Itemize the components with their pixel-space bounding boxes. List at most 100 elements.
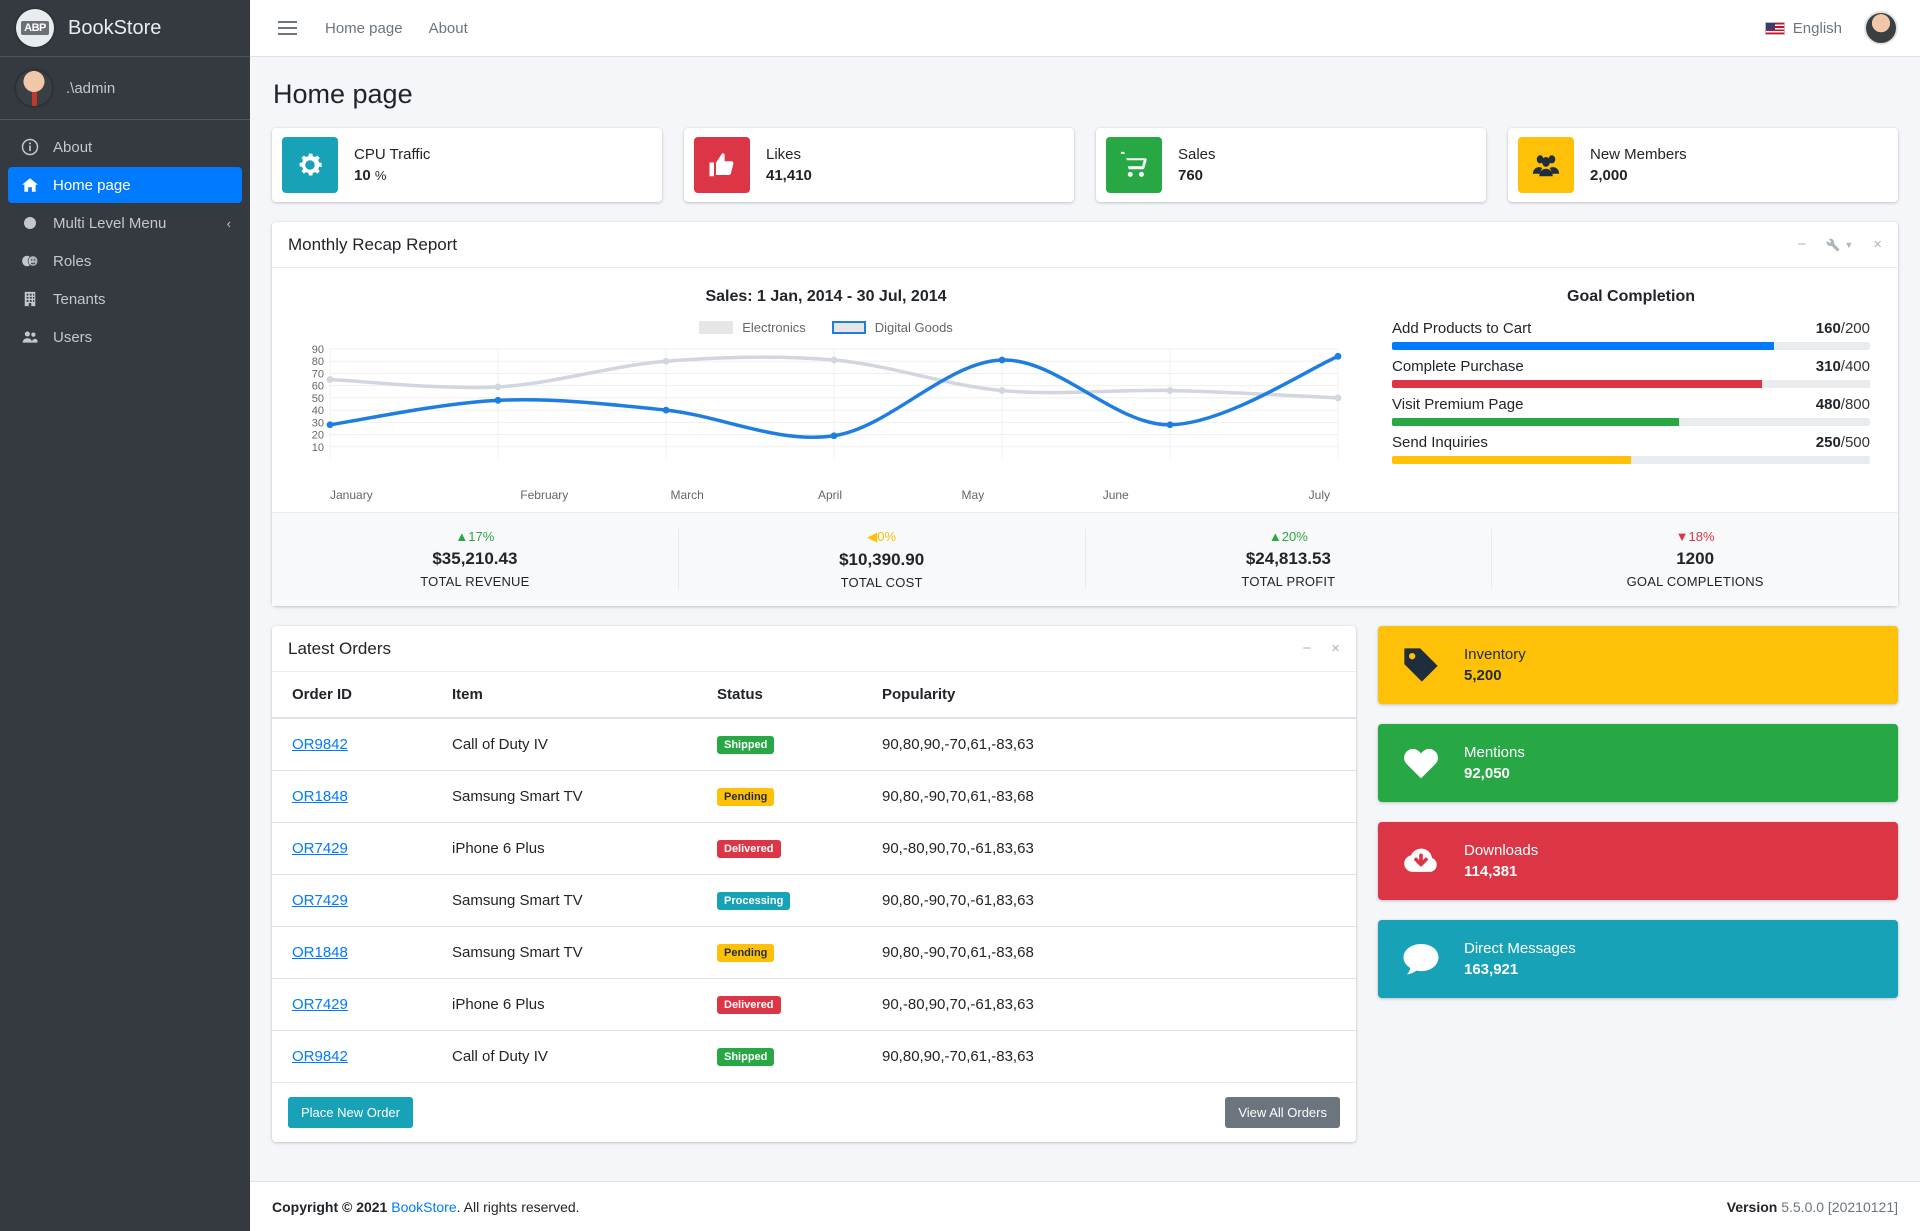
footer-brand-link[interactable]: BookStore <box>391 1199 456 1215</box>
sidebar-item-home-page[interactable]: Home page <box>8 167 242 203</box>
goal-label: Complete Purchase <box>1392 358 1524 375</box>
info-box-likes[interactable]: Likes 41,410 <box>684 128 1074 202</box>
order-id-link[interactable]: OR7429 <box>292 996 348 1013</box>
summary-stats-row: ▲17% $35,210.43 TOTAL REVENUE ◀0% $10,390.90… <box>272 512 1898 606</box>
topbar-right: English <box>1764 11 1898 45</box>
table-row: OR1848 Samsung Smart TV Pending 90,80,-90,7… <box>272 770 1356 823</box>
order-id-link[interactable]: OR7429 <box>292 840 348 857</box>
view-all-orders-button[interactable]: View All Orders <box>1225 1097 1340 1128</box>
close-icon[interactable]: × <box>1873 236 1882 253</box>
order-id-link[interactable]: OR9842 <box>292 736 348 753</box>
x-axis-label: February <box>520 488 569 502</box>
stat-value: $24,813.53 <box>1245 549 1331 568</box>
popularity-cell: 90,-80,90,70,-61,83,63 <box>862 978 1356 1031</box>
svg-text:50: 50 <box>312 393 324 405</box>
users-icon <box>19 328 41 346</box>
popularity-cell: 90,80,-90,70,61,-83,68 <box>862 770 1356 823</box>
table-row: OR9842 Call of Duty IV Shipped 90,80,90,-70… <box>272 718 1356 771</box>
close-icon[interactable]: × <box>1331 640 1340 657</box>
info-box-cpu-traffic[interactable]: CPU Traffic 10 % <box>272 128 662 202</box>
status-badge: Processing <box>717 892 791 910</box>
heart-icon <box>1398 743 1444 783</box>
order-id-link[interactable]: OR1848 <box>292 788 348 805</box>
info-box-number: 2,000 <box>1590 167 1687 184</box>
chart-title: Sales: 1 Jan, 2014 - 30 Jul, 2014 <box>705 288 947 305</box>
popularity-cell: 90,80,90,-70,61,-83,63 <box>862 1030 1356 1082</box>
place-new-order-button[interactable]: Place New Order <box>288 1097 413 1128</box>
sidebar-item-label: Users <box>53 328 93 346</box>
hamburger-icon[interactable] <box>276 17 299 39</box>
item-cell: Samsung Smart TV <box>432 926 697 979</box>
info-box-sales[interactable]: Sales 760 <box>1096 128 1486 202</box>
sidebar-item-label: Home page <box>53 176 131 194</box>
info-box-number: 41,410 <box>766 167 812 184</box>
big-box-text: Inventory <box>1464 646 1526 663</box>
stat-change: ▲17% <box>272 529 678 544</box>
item-cell: iPhone 6 Plus <box>432 822 697 875</box>
minimize-icon[interactable]: − <box>1798 236 1807 253</box>
sidebar-item-multi-level-menu[interactable]: Multi Level Menu ‹ <box>8 205 242 241</box>
topnav-home-page[interactable]: Home page <box>325 20 403 37</box>
tag-icon <box>1398 645 1444 685</box>
order-id-link[interactable]: OR1848 <box>292 944 348 961</box>
legend-item-electronics: Electronics <box>699 320 806 335</box>
svg-text:40: 40 <box>312 405 324 417</box>
latest-orders-card: Latest Orders − × Order ID Item Status P… <box>272 626 1356 1142</box>
goal-list: Add Products to Cart 160/200 Complete Purc… <box>1392 320 1870 464</box>
goal-progress-bar <box>1392 342 1775 350</box>
goal-total: /200 <box>1840 320 1870 337</box>
big-box-text: Mentions <box>1464 744 1525 761</box>
sidebar-item-users[interactable]: Users <box>8 319 242 355</box>
orders-table-head: Order ID Item Status Popularity <box>272 672 1356 719</box>
brand[interactable]: ABP BookStore <box>0 0 250 57</box>
user-panel[interactable]: .\admin <box>0 57 250 120</box>
goal-head: Add Products to Cart 160/200 <box>1392 320 1870 337</box>
orders-card-tools: − × <box>1302 640 1340 657</box>
big-box-content: Downloads 114,381 <box>1464 842 1538 880</box>
svg-text:10: 10 <box>312 442 324 454</box>
language-selector[interactable]: English <box>1764 20 1842 37</box>
info-box-text: CPU Traffic <box>354 146 431 163</box>
status-cell: Pending <box>697 770 862 823</box>
thumbs-up-icon <box>694 137 750 193</box>
topnav-about[interactable]: About <box>429 20 468 37</box>
goal-completion-title: Goal Completion <box>1567 288 1695 305</box>
sidebar-item-tenants[interactable]: Tenants <box>8 281 242 317</box>
stat-value: 1200 <box>1676 549 1715 568</box>
trend-arrow-icon: ▲ <box>1268 529 1282 544</box>
x-axis-label: May <box>961 488 985 502</box>
chevron-down-icon: ▼ <box>1844 239 1854 250</box>
info-box-number: 10 % <box>354 167 430 184</box>
user-avatar-button[interactable] <box>1864 11 1898 45</box>
sidebar-item-about[interactable]: About <box>8 129 242 165</box>
stat-label: GOAL COMPLETIONS <box>1626 574 1764 589</box>
page-content: Home page CPU Traffic 10 % Likes 41,410 Sale… <box>250 57 1920 1181</box>
order-id-link[interactable]: OR7429 <box>292 892 348 909</box>
goal-progress-track <box>1392 456 1870 464</box>
big-box-direct-messages[interactable]: Direct Messages 163,921 <box>1378 920 1898 998</box>
big-box-number: 163,921 <box>1464 961 1519 978</box>
big-box-mentions[interactable]: Mentions 92,050 <box>1378 724 1898 802</box>
theater-masks-icon <box>19 252 41 270</box>
item-cell: Samsung Smart TV <box>432 770 697 823</box>
goal-head: Send Inquiries 250/500 <box>1392 434 1870 451</box>
goal-value: 480/800 <box>1816 396 1870 413</box>
goal-total: /500 <box>1840 434 1870 451</box>
minimize-icon[interactable]: − <box>1302 640 1311 657</box>
orders-table-body: OR9842 Call of Duty IV Shipped 90,80,90,-70… <box>272 718 1356 1082</box>
info-box-content: Sales 760 <box>1178 146 1216 184</box>
order-id-link[interactable]: OR9842 <box>292 1048 348 1065</box>
goal-label: Visit Premium Page <box>1392 396 1524 413</box>
chevron-left-icon[interactable]: ‹ <box>227 216 231 231</box>
wrench-icon[interactable]: ▼ <box>1826 238 1853 252</box>
big-box-downloads[interactable]: Downloads 114,381 <box>1378 822 1898 900</box>
info-box-unit: % <box>374 168 387 183</box>
stat-label: TOTAL COST <box>840 575 923 590</box>
order-id-cell: OR7429 <box>272 978 432 1031</box>
goal-progress-bar <box>1392 380 1763 388</box>
sidebar-item-roles[interactable]: Roles <box>8 243 242 279</box>
summary-stat: ▼18% 1200 GOAL COMPLETIONS <box>1492 529 1898 590</box>
info-box-new-members[interactable]: New Members 2,000 <box>1508 128 1898 202</box>
column-popularity: Popularity <box>862 672 1356 719</box>
big-box-inventory[interactable]: Inventory 5,200 <box>1378 626 1898 704</box>
